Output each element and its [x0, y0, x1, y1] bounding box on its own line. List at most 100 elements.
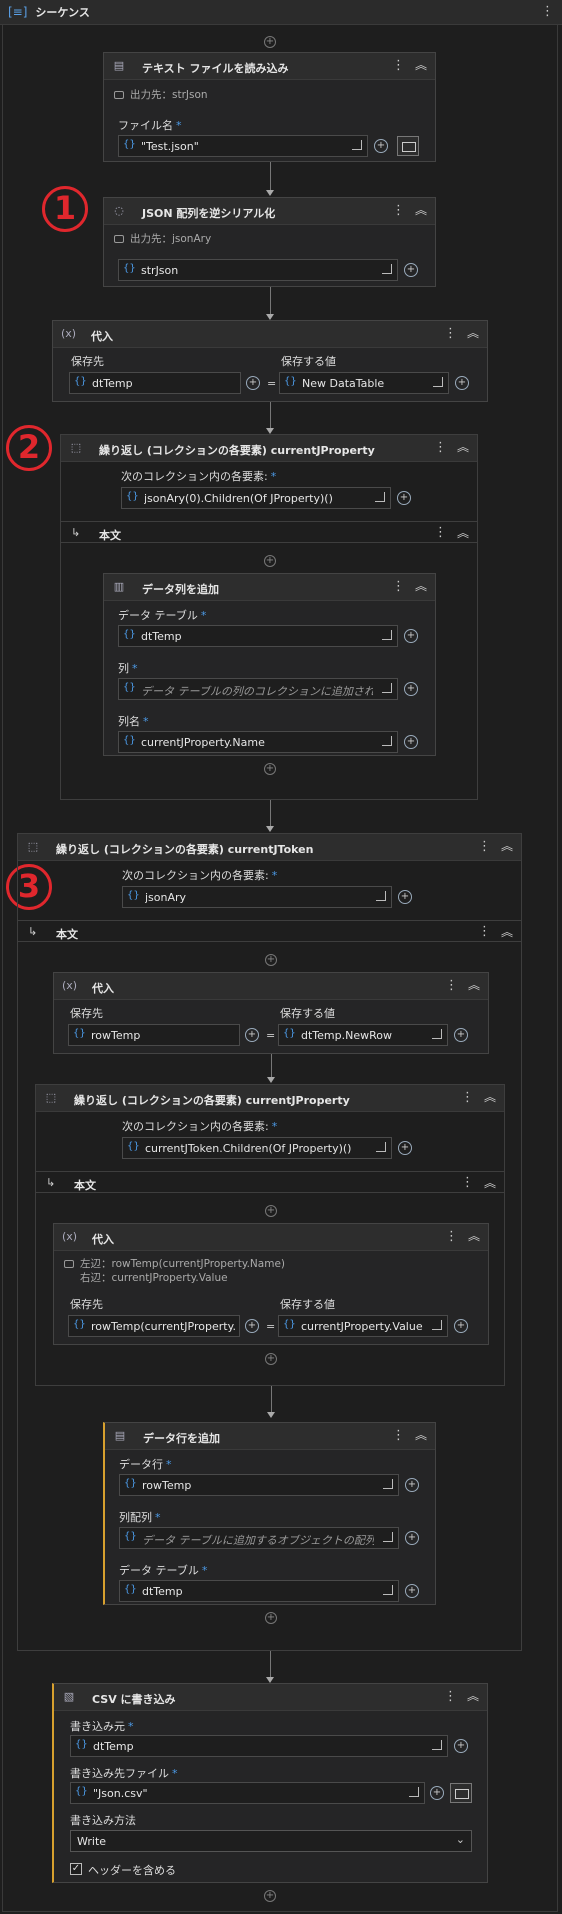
plus-circle-icon[interactable]: + [454, 1739, 468, 1753]
plus-circle-icon[interactable]: + [374, 139, 388, 153]
browse-folder-button[interactable] [450, 1783, 472, 1803]
expand-icon[interactable] [382, 683, 392, 693]
browse-folder-button[interactable] [397, 136, 419, 156]
add-activity-icon[interactable]: + [264, 555, 276, 567]
assign-to-input[interactable]: {} dtTemp [69, 372, 241, 394]
foreach-container-2[interactable]: ⬚ 繰り返し (コレクションの各要素) currentJToken ⋮ ︽ 次の… [17, 833, 522, 1651]
collapse-icon[interactable]: ︽ [415, 56, 427, 73]
plus-circle-icon[interactable]: + [245, 1319, 259, 1333]
data-row-input[interactable]: {} rowTemp [119, 1474, 399, 1496]
more-icon[interactable]: ⋮ [392, 203, 405, 218]
assign-value-input[interactable]: {} New DataTable [279, 372, 449, 394]
collapse-icon[interactable]: ︽ [484, 1174, 496, 1191]
expand-icon[interactable] [433, 377, 443, 387]
collapse-icon[interactable]: ︽ [484, 1088, 496, 1105]
more-icon[interactable]: ⋮ [444, 1689, 457, 1704]
expand-icon[interactable] [352, 140, 362, 150]
expand-icon[interactable] [432, 1320, 442, 1330]
plus-circle-icon[interactable]: + [454, 1319, 468, 1333]
expand-icon[interactable] [376, 1142, 386, 1152]
collapse-icon[interactable]: ︽ [501, 923, 513, 940]
add-activity-icon[interactable]: + [264, 763, 276, 775]
plus-circle-icon[interactable]: + [405, 1531, 419, 1545]
expand-icon[interactable] [432, 1740, 442, 1750]
expand-icon[interactable] [375, 492, 385, 502]
file-name-input[interactable]: {} "Test.json" [118, 135, 368, 157]
expand-icon[interactable] [382, 736, 392, 746]
plus-circle-icon[interactable]: + [455, 376, 469, 390]
expand-icon[interactable] [382, 630, 392, 640]
expand-icon[interactable] [376, 891, 386, 901]
more-icon[interactable]: ⋮ [434, 440, 447, 455]
plus-circle-icon[interactable]: + [246, 376, 260, 390]
datatable-input[interactable]: {} dtTemp [118, 625, 398, 647]
assign-to-input[interactable]: {} rowTemp(currentJProperty.Name) [68, 1315, 240, 1337]
collapse-icon[interactable]: ︽ [467, 1687, 479, 1704]
collapse-icon[interactable]: ︽ [457, 524, 469, 541]
collapse-icon[interactable]: ︽ [415, 577, 427, 594]
plus-circle-icon[interactable]: + [454, 1028, 468, 1042]
more-icon[interactable]: ⋮ [392, 58, 405, 73]
plus-circle-icon[interactable]: + [245, 1028, 259, 1042]
collapse-icon[interactable]: ︽ [457, 438, 469, 455]
expand-icon[interactable] [382, 264, 392, 274]
more-icon[interactable]: ⋮ [478, 924, 491, 939]
add-activity-icon[interactable]: + [265, 1612, 277, 1624]
column-input[interactable]: {} データ テーブルの列のコレクションに追加される DataColumn オブ… [118, 678, 398, 700]
add-activity-icon[interactable]: + [265, 954, 277, 966]
collapse-icon[interactable]: ︽ [415, 201, 427, 218]
assign-value-input[interactable]: {} dtTemp.NewRow [278, 1024, 448, 1046]
foreach-container-1[interactable]: ⬚ 繰り返し (コレクションの各要素) currentJProperty ⋮ ︽… [60, 434, 478, 800]
plus-circle-icon[interactable]: + [404, 629, 418, 643]
body-section-header[interactable]: ↳ 本文 ⋮ ︽ [61, 521, 477, 543]
expand-icon[interactable] [383, 1532, 393, 1542]
array-row-input[interactable]: {} データ テーブルに追加するオブジェクトの配列です。 [119, 1527, 399, 1549]
more-icon[interactable]: ⋮ [461, 1175, 474, 1190]
collection-input[interactable]: {} jsonAry(0).Children(Of JProperty)() [121, 487, 391, 509]
more-icon[interactable]: ⋮ [541, 4, 554, 19]
plus-circle-icon[interactable]: + [398, 1141, 412, 1155]
more-icon[interactable]: ⋮ [444, 326, 457, 341]
assign-card-1[interactable]: (x) 代入 ⋮ ︽ 保存先 保存する値 {} dtTemp + = {} Ne… [52, 320, 488, 402]
source-input[interactable]: {} dtTemp [70, 1735, 448, 1757]
read-text-file-card[interactable]: ▤ テキスト ファイルを読み込み ⋮ ︽ 出力先：strJson ファイル名 * … [103, 52, 436, 162]
more-icon[interactable]: ⋮ [392, 1428, 405, 1443]
write-csv-card[interactable]: ▧ CSV に書き込み ⋮ ︽ 書き込み元 * {} dtTemp + 書き込み先… [52, 1683, 488, 1883]
collapse-icon[interactable]: ︽ [501, 837, 513, 854]
include-header-checkbox[interactable]: ✓ [70, 1863, 82, 1875]
add-activity-icon[interactable]: + [265, 1205, 277, 1217]
assign-value-input[interactable]: {} currentJProperty.Value [278, 1315, 448, 1337]
more-icon[interactable]: ⋮ [461, 1090, 474, 1105]
body-section-header[interactable]: ↳ 本文 ⋮ ︽ [36, 1171, 504, 1193]
json-string-input[interactable]: {} strJson [118, 259, 398, 281]
add-data-column-card[interactable]: ▥ データ列を追加 ⋮ ︽ データ テーブル * {} dtTemp + 列 * {… [103, 573, 436, 756]
body-section-header[interactable]: ↳ 本文 ⋮ ︽ [18, 920, 521, 942]
assign-to-input[interactable]: {} rowTemp [68, 1024, 240, 1046]
more-icon[interactable]: ⋮ [478, 839, 491, 854]
foreach-container-3[interactable]: ⬚ 繰り返し (コレクションの各要素) currentJProperty ⋮ ︽… [35, 1084, 505, 1386]
datatable-input[interactable]: {} dtTemp [119, 1580, 399, 1602]
expand-icon[interactable] [409, 1787, 419, 1797]
more-icon[interactable]: ⋮ [445, 1229, 458, 1244]
more-icon[interactable]: ⋮ [445, 978, 458, 993]
plus-circle-icon[interactable]: + [404, 682, 418, 696]
collapse-icon[interactable]: ︽ [467, 324, 479, 341]
collapse-icon[interactable]: ︽ [468, 1227, 480, 1244]
collection-input[interactable]: {} jsonAry [122, 886, 392, 908]
column-name-input[interactable]: {} currentJProperty.Name [118, 731, 398, 753]
plus-circle-icon[interactable]: + [405, 1478, 419, 1492]
more-icon[interactable]: ⋮ [392, 579, 405, 594]
plus-circle-icon[interactable]: + [398, 890, 412, 904]
expand-icon[interactable] [432, 1029, 442, 1039]
assign-card-2[interactable]: (x) 代入 ⋮ ︽ 保存先 保存する値 {} rowTemp + = {} d… [53, 972, 489, 1054]
add-activity-icon[interactable]: + [265, 1353, 277, 1365]
sequence-header[interactable]: [≡] シーケンス ⋮ [0, 0, 562, 25]
expand-icon[interactable] [383, 1479, 393, 1489]
expand-icon[interactable] [383, 1585, 393, 1595]
deserialize-json-card[interactable]: ◌ JSON 配列を逆シリアル化 ⋮ ︽ 出力先：jsonAry {} strJ… [103, 197, 436, 287]
plus-circle-icon[interactable]: + [430, 1786, 444, 1800]
add-data-row-card[interactable]: ▤ データ行を追加 ⋮ ︽ データ行 * {} rowTemp + 列配列 * {}… [103, 1422, 436, 1605]
more-icon[interactable]: ⋮ [434, 525, 447, 540]
collapse-icon[interactable]: ︽ [468, 976, 480, 993]
plus-circle-icon[interactable]: + [404, 735, 418, 749]
